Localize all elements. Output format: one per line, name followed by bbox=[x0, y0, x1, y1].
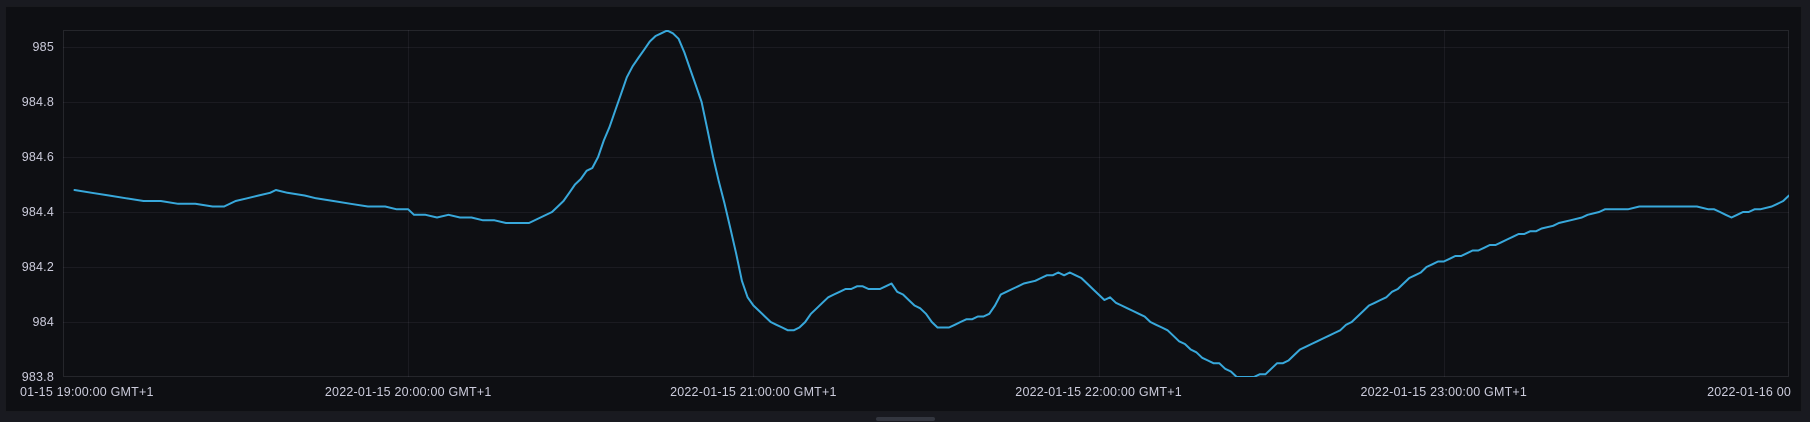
y-tick-label: 984.8 bbox=[6, 95, 54, 109]
y-tick-label: 983.8 bbox=[6, 370, 54, 384]
x-tick-label: 2022-01-15 20:00:00 GMT+1 bbox=[325, 385, 492, 399]
x-tick-label: 2022-01-15 22:00:00 GMT+1 bbox=[1015, 385, 1182, 399]
y-tick-label: 984.4 bbox=[6, 205, 54, 219]
y-tick-label: 984.2 bbox=[6, 260, 54, 274]
x-tick-label: 01-15 19:00:00 GMT+1 bbox=[20, 385, 154, 399]
series-line bbox=[75, 31, 1790, 378]
x-tick-label: 2022-01-15 21:00:00 GMT+1 bbox=[670, 385, 837, 399]
y-tick-label: 984.6 bbox=[6, 150, 54, 164]
y-tick-label: 985 bbox=[6, 40, 54, 54]
time-series-panel: 985 984.8 984.6 984.4 984.2 984 983.8 01-15 19… bbox=[5, 6, 1802, 412]
x-tick-label: 2022-01-16 00 bbox=[1707, 385, 1791, 399]
dashboard-page: 985 984.8 984.6 984.4 984.2 984 983.8 01-15 19… bbox=[0, 0, 1810, 422]
horizontal-scrollbar-thumb[interactable] bbox=[876, 417, 935, 421]
y-tick-label: 984 bbox=[6, 315, 54, 329]
line-chart bbox=[63, 30, 1789, 377]
x-tick-label: 2022-01-15 23:00:00 GMT+1 bbox=[1361, 385, 1528, 399]
plot-frame bbox=[64, 31, 1789, 377]
plot-area[interactable] bbox=[63, 30, 1789, 377]
